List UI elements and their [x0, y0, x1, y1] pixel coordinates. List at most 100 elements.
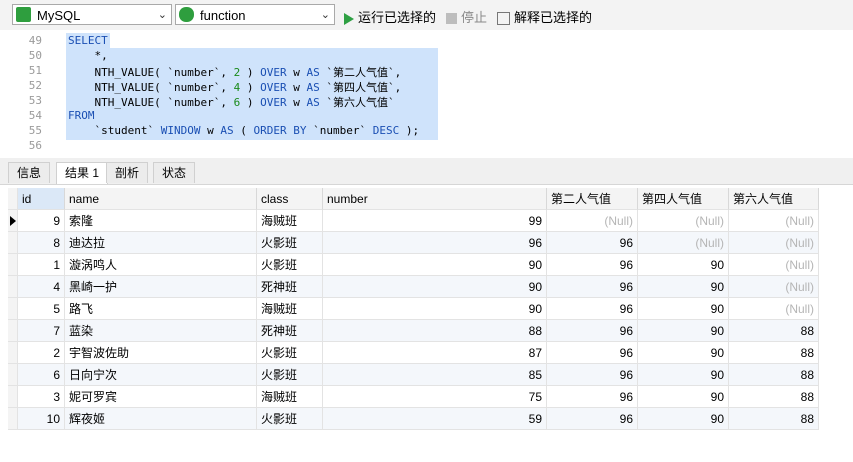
table-cell[interactable]: 88	[729, 408, 819, 430]
tab-result-1[interactable]: 结果 1	[56, 162, 109, 184]
table-cell[interactable]: (Null)	[638, 232, 729, 254]
table-cell[interactable]: 99	[323, 210, 547, 232]
table-cell[interactable]: 85	[323, 364, 547, 386]
table-cell[interactable]: 火影班	[257, 232, 323, 254]
column-header[interactable]: 第四人气值	[638, 188, 729, 210]
table-cell[interactable]: 火影班	[257, 342, 323, 364]
table-cell[interactable]: 火影班	[257, 254, 323, 276]
row-indicator	[8, 408, 18, 430]
column-header[interactable]: class	[257, 188, 323, 210]
result-tabs: 信息 结果 1 剖析 状态	[0, 158, 853, 185]
table-cell[interactable]: 96	[547, 386, 638, 408]
table-cell[interactable]: 漩涡鸣人	[65, 254, 257, 276]
table-cell[interactable]: 蓝染	[65, 320, 257, 342]
table-cell[interactable]: 90	[638, 320, 729, 342]
table-cell[interactable]: 路飞	[65, 298, 257, 320]
row-indicator	[8, 364, 18, 386]
table-cell[interactable]: 90	[638, 408, 729, 430]
tab-status[interactable]: 状态	[153, 162, 196, 183]
table-cell[interactable]: 5	[18, 298, 65, 320]
table-cell[interactable]: 死神班	[257, 320, 323, 342]
table-cell[interactable]: 96	[547, 342, 638, 364]
table-cell[interactable]: 88	[729, 320, 819, 342]
table-cell[interactable]: 海贼班	[257, 210, 323, 232]
table-cell[interactable]: 海贼班	[257, 298, 323, 320]
table-cell[interactable]: (Null)	[638, 210, 729, 232]
table-cell[interactable]: 96	[547, 254, 638, 276]
column-header[interactable]: name	[65, 188, 257, 210]
table-cell[interactable]: 死神班	[257, 276, 323, 298]
table-cell[interactable]: 迪达拉	[65, 232, 257, 254]
stop-label: 停止	[461, 10, 488, 25]
sql-editor[interactable]: 49 SELECT 50 *, 51 NTH_VALUE( `number`, 2 )…	[0, 30, 853, 158]
code-line: FROM	[68, 109, 95, 122]
tab-info[interactable]: 信息	[8, 162, 51, 183]
table-cell[interactable]: 10	[18, 408, 65, 430]
table-cell[interactable]: 88	[729, 342, 819, 364]
table-cell[interactable]: 索隆	[65, 210, 257, 232]
table-cell[interactable]: 妮可罗宾	[65, 386, 257, 408]
current-row-arrow-icon	[10, 216, 16, 226]
table-cell[interactable]: 90	[638, 254, 729, 276]
line-number: 53	[28, 94, 42, 107]
table-cell[interactable]: 88	[729, 364, 819, 386]
table-cell[interactable]: 87	[323, 342, 547, 364]
table-cell[interactable]: 90	[638, 298, 729, 320]
column-header[interactable]: id	[18, 188, 65, 210]
table-cell[interactable]: (Null)	[547, 210, 638, 232]
table-cell[interactable]: 海贼班	[257, 386, 323, 408]
table-cell[interactable]: (Null)	[729, 276, 819, 298]
table-cell[interactable]: 1	[18, 254, 65, 276]
stop-button[interactable]: 停止	[446, 7, 487, 26]
table-cell[interactable]: (Null)	[729, 232, 819, 254]
table-cell[interactable]: 90	[638, 342, 729, 364]
table-cell[interactable]: 火影班	[257, 408, 323, 430]
table-cell[interactable]: 96	[547, 298, 638, 320]
column-header[interactable]: 第二人气值	[547, 188, 638, 210]
table-cell[interactable]: 日向宁次	[65, 364, 257, 386]
table-cell[interactable]: 90	[323, 276, 547, 298]
table-cell[interactable]: 96	[323, 232, 547, 254]
tab-profile[interactable]: 剖析	[106, 162, 149, 183]
table-cell[interactable]: 3	[18, 386, 65, 408]
table-cell[interactable]: 90	[638, 276, 729, 298]
table-cell[interactable]: 90	[638, 364, 729, 386]
connection-select[interactable]: MySQL ⌄	[12, 4, 172, 25]
table-cell[interactable]: 75	[323, 386, 547, 408]
table-cell[interactable]: 9	[18, 210, 65, 232]
database-select[interactable]: function ⌄	[175, 4, 335, 25]
table-cell[interactable]: 4	[18, 276, 65, 298]
table-cell[interactable]: 96	[547, 364, 638, 386]
table-cell[interactable]: 96	[547, 320, 638, 342]
table-cell[interactable]: (Null)	[729, 254, 819, 276]
line-number: 52	[28, 79, 42, 92]
run-selected-button[interactable]: 运行已选择的	[344, 7, 436, 26]
table-cell[interactable]: 90	[638, 386, 729, 408]
database-icon	[179, 7, 194, 22]
table-cell[interactable]: 88	[729, 386, 819, 408]
table-cell[interactable]: 黑崎一护	[65, 276, 257, 298]
column-header[interactable]: 第六人气值	[729, 188, 819, 210]
run-icon	[344, 12, 354, 25]
table-cell[interactable]: 59	[323, 408, 547, 430]
table-cell[interactable]: 96	[547, 232, 638, 254]
table-cell[interactable]: (Null)	[729, 298, 819, 320]
table-cell[interactable]: 8	[18, 232, 65, 254]
line-number: 51	[28, 64, 42, 77]
table-cell[interactable]: 火影班	[257, 364, 323, 386]
column-header[interactable]: number	[323, 188, 547, 210]
table-cell[interactable]: 90	[323, 254, 547, 276]
table-cell[interactable]: 辉夜姬	[65, 408, 257, 430]
table-cell[interactable]: 90	[323, 298, 547, 320]
table-cell[interactable]: (Null)	[729, 210, 819, 232]
table-cell[interactable]: 96	[547, 408, 638, 430]
table-cell[interactable]: 96	[547, 276, 638, 298]
table-cell[interactable]: 宇智波佐助	[65, 342, 257, 364]
row-indicator	[8, 298, 18, 320]
table-cell[interactable]: 6	[18, 364, 65, 386]
explain-selected-button[interactable]: 解释已选择的	[497, 7, 592, 26]
table-cell[interactable]: 7	[18, 320, 65, 342]
table-cell[interactable]: 88	[323, 320, 547, 342]
table-cell[interactable]: 2	[18, 342, 65, 364]
code-line: *,	[68, 49, 108, 62]
